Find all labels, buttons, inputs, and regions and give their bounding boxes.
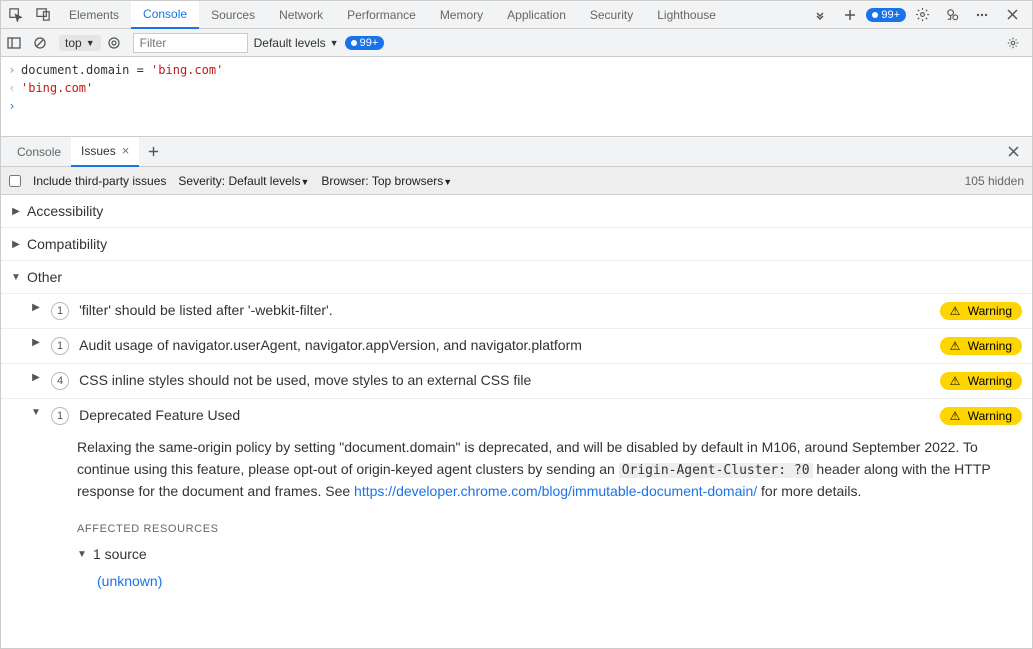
severity-label: Severity: — [178, 174, 225, 188]
context-selector[interactable]: top ▼ — [59, 35, 101, 51]
hidden-count: 105 hidden — [965, 174, 1024, 188]
warning-badge: ⚠ Warning — [940, 372, 1022, 390]
issue-title: 'filter' should be listed after '-webkit… — [79, 302, 332, 318]
issue-title: Audit usage of navigator.userAgent, navi… — [79, 337, 582, 353]
console-output-line: 'bing.com' — [21, 79, 93, 97]
add-drawer-tab-icon[interactable] — [139, 145, 167, 158]
source-link[interactable]: (unknown) — [97, 571, 1002, 593]
issue-title: Deprecated Feature Used — [79, 407, 240, 423]
browser-label: Browser: — [321, 174, 368, 188]
source-count: 1 source — [93, 544, 147, 566]
devtools-tabbar: Elements Console Sources Network Perform… — [1, 1, 1032, 29]
more-icon[interactable] — [968, 1, 996, 29]
detail-text: for more details. — [757, 483, 861, 499]
tab-elements[interactable]: Elements — [57, 1, 131, 29]
more-tabs-icon[interactable] — [806, 1, 834, 29]
affected-resources-heading: AFFECTED RESOURCES — [77, 521, 1002, 538]
expand-icon: ▶ — [31, 302, 41, 313]
issue-row[interactable]: ▼ 1 Deprecated Feature Used ⚠ Warning — [1, 399, 1032, 433]
issue-count-badge[interactable]: 99+ — [345, 36, 385, 50]
warning-badge: ⚠ Warning — [940, 337, 1022, 355]
tab-security[interactable]: Security — [578, 1, 645, 29]
issue-count: 1 — [51, 337, 69, 355]
severity-dropdown[interactable]: Default levels▼ — [228, 174, 309, 188]
issue-title: CSS inline styles should not be used, mo… — [79, 372, 531, 388]
console-input-string: 'bing.com' — [151, 63, 223, 77]
context-label: top — [65, 36, 82, 50]
warning-badge: ⚠ Warning — [940, 407, 1022, 425]
tab-application[interactable]: Application — [495, 1, 578, 29]
category-other[interactable]: ▼ Other — [1, 261, 1032, 294]
collapse-icon: ▼ — [11, 272, 21, 283]
issues-list: ▶ Accessibility ▶ Compatibility ▼ Other … — [1, 195, 1032, 648]
collapse-icon: ▼ — [77, 547, 87, 563]
live-expression-icon[interactable] — [107, 36, 127, 50]
expand-icon: ▶ — [11, 206, 21, 217]
expand-icon: ▶ — [31, 372, 41, 383]
drawer-tab-console[interactable]: Console — [7, 137, 71, 167]
issue-row[interactable]: ▶ 4 CSS inline styles should not be used… — [1, 364, 1032, 399]
issue-count: 4 — [51, 372, 69, 390]
console-toolbar: top ▼ Default levels ▼ 99+ — [1, 29, 1032, 57]
warning-badge: ⚠ Warning — [940, 302, 1022, 320]
input-chevron-icon: › — [7, 61, 17, 79]
add-tab-icon[interactable] — [836, 1, 864, 29]
feedback-icon[interactable] — [938, 1, 966, 29]
issues-filterbar: Include third-party issues Severity: Def… — [1, 167, 1032, 195]
clear-console-icon[interactable] — [33, 36, 53, 50]
close-devtools-icon[interactable] — [998, 1, 1026, 29]
category-accessibility[interactable]: ▶ Accessibility — [1, 195, 1032, 228]
filter-input[interactable] — [133, 33, 248, 53]
drawer-tab-issues[interactable]: Issues × — [71, 137, 139, 167]
output-chevron-icon: ‹ — [7, 79, 17, 97]
third-party-label: Include third-party issues — [33, 174, 166, 188]
detail-code: Origin-Agent-Cluster: ?0 — [619, 463, 813, 478]
source-toggle[interactable]: ▼ 1 source — [77, 544, 1002, 566]
tab-memory[interactable]: Memory — [428, 1, 495, 29]
settings-icon[interactable] — [908, 1, 936, 29]
category-compatibility[interactable]: ▶ Compatibility — [1, 228, 1032, 261]
expand-icon: ▶ — [11, 239, 21, 250]
issue-row[interactable]: ▶ 1 Audit usage of navigator.userAgent, … — [1, 329, 1032, 364]
prompt-chevron-icon[interactable]: › — [7, 97, 17, 115]
tab-lighthouse[interactable]: Lighthouse — [645, 1, 728, 29]
issue-detail: Relaxing the same-origin policy by setti… — [1, 433, 1032, 605]
drawer-close-icon[interactable] — [1001, 145, 1026, 158]
sidebar-toggle-icon[interactable] — [7, 36, 27, 50]
tab-close-icon[interactable]: × — [122, 143, 130, 158]
levels-label: Default levels — [254, 36, 326, 50]
tab-console[interactable]: Console — [131, 1, 199, 29]
console-input-line: document.domain = — [21, 63, 151, 77]
tab-sources[interactable]: Sources — [199, 1, 267, 29]
tab-performance[interactable]: Performance — [335, 1, 428, 29]
tab-network[interactable]: Network — [267, 1, 335, 29]
console-settings-icon[interactable] — [1006, 36, 1026, 50]
log-levels-dropdown[interactable]: Default levels ▼ — [254, 36, 339, 50]
collapse-icon: ▼ — [31, 407, 41, 418]
error-count-badge[interactable]: 99+ — [866, 8, 906, 22]
device-toggle-icon[interactable] — [29, 1, 57, 29]
issue-count: 1 — [51, 407, 69, 425]
issue-count: 1 — [51, 302, 69, 320]
inspect-icon[interactable] — [1, 1, 29, 29]
drawer-tabbar: Console Issues × — [1, 137, 1032, 167]
third-party-checkbox[interactable] — [9, 175, 21, 187]
console-output: › document.domain = 'bing.com' ‹ 'bing.c… — [1, 57, 1032, 137]
browser-dropdown[interactable]: Top browsers▼ — [372, 174, 452, 188]
issue-row[interactable]: ▶ 1 'filter' should be listed after '-we… — [1, 294, 1032, 329]
expand-icon: ▶ — [31, 337, 41, 348]
detail-link[interactable]: https://developer.chrome.com/blog/immuta… — [354, 483, 757, 499]
